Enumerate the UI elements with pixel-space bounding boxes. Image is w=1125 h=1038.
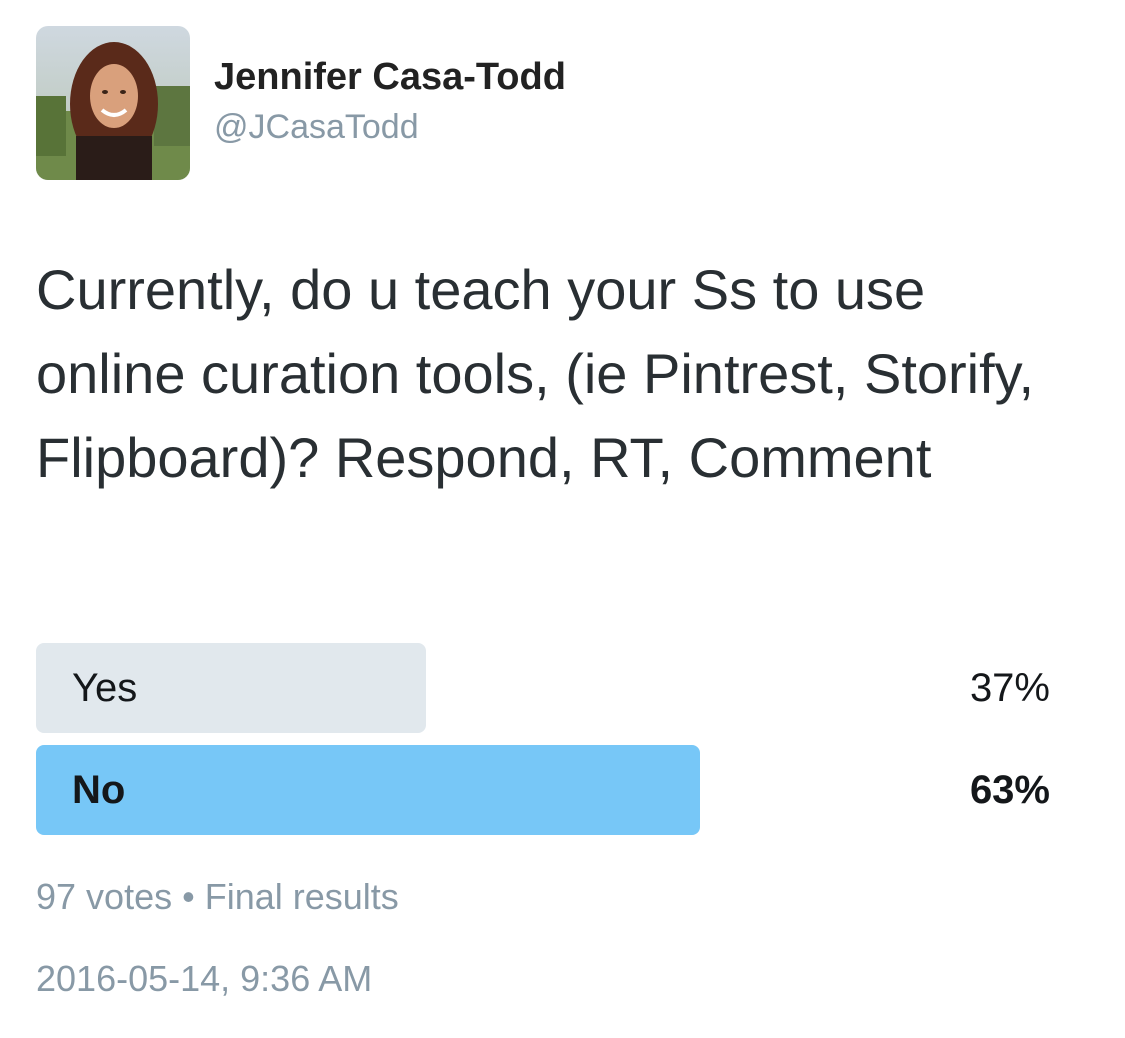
avatar[interactable] bbox=[36, 26, 190, 180]
poll-meta: 97 votes • Final results bbox=[36, 876, 399, 918]
meta-separator: • bbox=[182, 876, 195, 917]
poll-percent-yes: 37% bbox=[969, 666, 1050, 710]
author-handle[interactable]: @JCasaTodd bbox=[214, 108, 419, 147]
poll-bar-no bbox=[36, 745, 700, 835]
poll-percent-no: 63% bbox=[969, 768, 1050, 812]
tweet-text: Currently, do u teach your Ss to use onl… bbox=[36, 258, 1035, 489]
poll-label-no: No bbox=[72, 768, 126, 812]
vote-count: 97 votes bbox=[36, 876, 173, 917]
poll-option-no: No 63% bbox=[36, 745, 1050, 835]
author-name[interactable]: Jennifer Casa-Todd bbox=[214, 56, 566, 99]
tweet-timestamp[interactable]: 2016-05-14, 9:36 AM bbox=[36, 958, 372, 1000]
avatar-photo bbox=[36, 26, 190, 180]
poll-option-yes: Yes 37% bbox=[36, 643, 1050, 733]
poll-status: Final results bbox=[204, 876, 399, 917]
poll-label-yes: Yes bbox=[72, 666, 138, 710]
